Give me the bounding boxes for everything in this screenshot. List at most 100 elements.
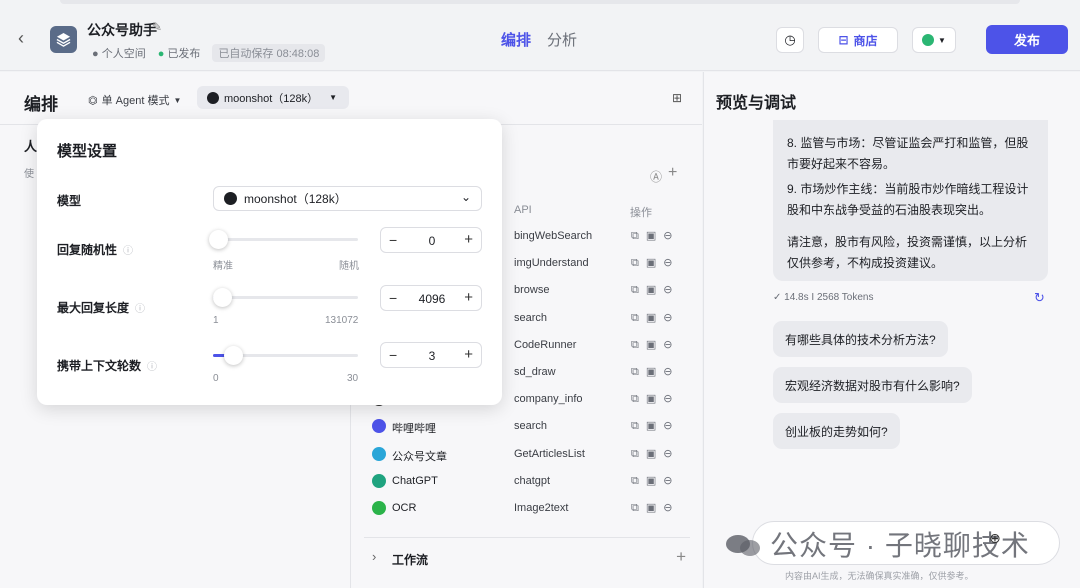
plugin-actions[interactable]: ⧉▣⊖	[631, 447, 679, 461]
add-workflow-button[interactable]: +	[676, 547, 686, 567]
plugin-api: company_info	[514, 393, 583, 406]
caret-down-icon: ▼	[329, 93, 338, 102]
ops-header: 操作	[630, 207, 652, 219]
plugin-api: search	[514, 420, 548, 433]
slider-min-label: 0	[213, 373, 219, 384]
param-label-context-rounds: 携带上下文轮数 ⓘ	[57, 359, 158, 373]
model-label: 模型	[57, 194, 82, 208]
plugin-actions[interactable]: ⧉▣⊖	[631, 311, 679, 325]
plus-button[interactable]: +	[464, 346, 473, 363]
plus-button[interactable]: +	[464, 231, 473, 248]
model-pill[interactable]: moonshot（128k） ▼	[197, 86, 350, 109]
plugin-icon	[372, 501, 386, 515]
store-button[interactable]: ⊟ 商店	[818, 27, 898, 53]
plugin-row[interactable]: ChatGPT chatgpt ⧉▣⊖	[364, 471, 694, 493]
chevron-down-icon: ▼	[938, 35, 946, 45]
model-pill-label: moonshot（128k）	[224, 92, 319, 105]
suggestion-chip[interactable]: 创业板的走势如何?	[773, 413, 900, 449]
app-title: 公众号助手	[87, 22, 157, 38]
agent-mode-select[interactable]: ⏣ 单 Agent 模式 ▼	[88, 92, 181, 108]
plugin-actions[interactable]: ⧉▣⊖	[631, 501, 679, 515]
message-line: 9. 市场炒作主线：当前股市炒作暗线工程设计股和中东战争受益的石油股表现突出。	[787, 182, 1029, 217]
max-length-slider[interactable]	[213, 288, 358, 307]
plus-button[interactable]: +	[464, 289, 473, 306]
tab-analysis[interactable]: 分析	[547, 29, 577, 50]
regenerate-icon[interactable]: ↻	[1034, 290, 1045, 306]
plugin-actions[interactable]: ⧉▣⊖	[631, 392, 679, 406]
plugin-row[interactable]: 哔哩哔哩 search ⧉▣⊖	[364, 416, 694, 438]
wechat-button[interactable]: ▼	[912, 27, 956, 53]
moonshot-icon	[224, 192, 237, 205]
check-icon: ●	[157, 48, 165, 60]
history-button[interactable]: ◷	[776, 27, 804, 53]
plugin-icon	[372, 473, 386, 488]
edit-icon[interactable]: ✎	[152, 20, 162, 34]
persona-title: 人	[24, 139, 38, 154]
space-label: ● 个人空间	[92, 48, 146, 60]
wechat-watermark-icon	[726, 535, 760, 556]
autosave-status: 已自动保存 08:48:08	[212, 44, 326, 62]
plugin-actions[interactable]: ⧉▣⊖	[631, 474, 679, 488]
slider-min-label: 1	[213, 315, 219, 326]
workflow-label: 工作流	[392, 553, 429, 567]
chevron-right-icon: ›	[372, 549, 377, 564]
slider-min-label: 精准	[213, 261, 233, 272]
browser-edge	[60, 0, 1020, 4]
slider-handle[interactable]	[213, 288, 232, 307]
context-rounds-slider[interactable]	[213, 346, 358, 365]
plugin-row[interactable]: OCR Image2text ⧉▣⊖	[364, 498, 694, 520]
popup-title: 模型设置	[57, 143, 118, 160]
add-plugin-button[interactable]: +	[668, 164, 677, 182]
main-tabs: 编排 分析	[501, 29, 577, 50]
workflow-section[interactable]: › 工作流 +	[364, 537, 690, 577]
app-meta: ● 个人空间 ● 已发布 已自动保存 08:48:08	[92, 44, 326, 62]
model-select[interactable]: moonshot（128k） ⌄	[213, 186, 482, 211]
plugin-icon	[372, 419, 386, 434]
max-length-stepper[interactable]: − 4096 +	[380, 285, 482, 311]
context-rounds-stepper[interactable]: − 3 +	[380, 342, 482, 368]
store-icon: ⊟	[838, 33, 849, 47]
info-icon: ⓘ	[147, 362, 158, 373]
plugin-actions[interactable]: ⧉▣⊖	[631, 229, 679, 243]
slider-handle[interactable]	[224, 346, 243, 365]
plugin-api: Image2text	[514, 502, 569, 514]
plugin-api: search	[514, 311, 548, 324]
slider-max-label: 随机	[339, 261, 359, 272]
caret-down-icon: ▼	[173, 95, 182, 105]
grid-icon[interactable]: ⊞	[672, 91, 682, 105]
plugin-api: browse	[514, 284, 550, 297]
tab-arrange[interactable]: 编排	[501, 29, 531, 50]
param-label-randomness: 回复随机性 ⓘ	[57, 243, 134, 257]
preview-title: 预览与调试	[716, 95, 797, 112]
plugin-actions[interactable]: ⧉▣⊖	[631, 419, 679, 433]
plugin-actions[interactable]: ⧉▣⊖	[631, 338, 679, 352]
add-attachment-icon[interactable]: ⊕	[989, 530, 1001, 547]
back-icon[interactable]: ‹	[18, 28, 24, 49]
randomness-stepper[interactable]: − 0 +	[380, 227, 482, 253]
suggestion-chip[interactable]: 有哪些具体的技术分析方法?	[773, 321, 948, 357]
info-icon: ⓘ	[123, 246, 134, 257]
plugin-api: GetArticlesList	[514, 447, 585, 460]
slider-handle[interactable]	[209, 230, 228, 249]
message-stats: ✓ 14.8s I 2568 Tokens	[773, 292, 874, 303]
persona-hint: 使	[24, 169, 34, 180]
plugin-row[interactable]: 公众号文章 GetArticlesList ⧉▣⊖	[364, 444, 694, 466]
plugin-api: CodeRunner	[514, 338, 577, 351]
ai-disclaimer: 内容由AI生成，无法确保真实准确，仅供参考。	[785, 571, 974, 581]
suggestion-chip[interactable]: 宏观经济数据对股市有什么影响?	[773, 367, 972, 403]
plugin-name: ChatGPT	[392, 474, 438, 487]
message-line: 请注意，股市有风险，投资需谨慎，以上分析仅供参考，不构成投资建议。	[787, 235, 1028, 270]
randomness-slider[interactable]	[209, 230, 358, 249]
history-icon: ◷	[784, 32, 796, 47]
plugin-actions[interactable]: ⧉▣⊖	[631, 256, 679, 270]
plugin-api: chatgpt	[514, 474, 551, 487]
plugin-icon	[372, 446, 386, 461]
plugin-api: bingWebSearch	[514, 230, 593, 242]
publish-button[interactable]: 发布	[986, 25, 1068, 54]
plugin-name: 哔哩哔哩	[392, 423, 436, 436]
auto-icon[interactable]: Ⓐ	[650, 168, 662, 185]
slider-max-label: 30	[347, 373, 359, 384]
published-status: ● 已发布	[157, 48, 201, 60]
plugin-actions[interactable]: ⧉▣⊖	[631, 283, 679, 297]
plugin-actions[interactable]: ⧉▣⊖	[631, 365, 679, 379]
